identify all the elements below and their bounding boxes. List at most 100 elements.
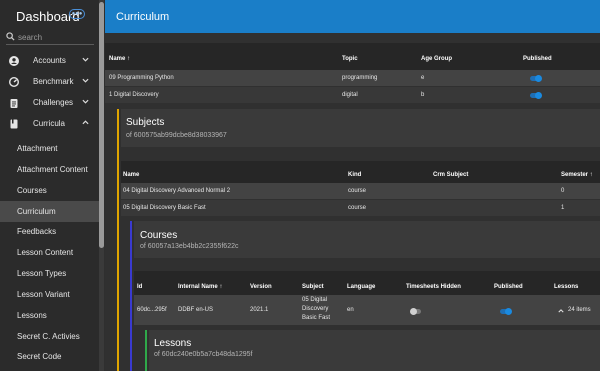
- cell-name: 05 Digital Discovery Basic Fast: [123, 205, 206, 211]
- chevron-down-icon: [82, 78, 89, 83]
- col-kind[interactable]: Kind: [348, 172, 361, 178]
- nav-challenges-label: Challenges: [33, 98, 74, 107]
- subjects-title: Subjects: [126, 117, 165, 128]
- col-lessons[interactable]: Lessons: [554, 284, 578, 290]
- sidebar-item-label: Secret C. Activies: [17, 332, 80, 341]
- sidebar-item-label: Attachment Content: [17, 165, 88, 174]
- title-badge[interactable]: ●●●: [69, 9, 85, 19]
- nav-accounts[interactable]: Accounts: [0, 51, 99, 72]
- courses-table-header: Id Internal Name ↑ Version Subject Langu…: [134, 271, 600, 295]
- sidebar-item-lesson-types[interactable]: Lesson Types: [0, 263, 99, 284]
- courses-title: Courses: [140, 230, 178, 241]
- subjects-nest-bar: [117, 109, 119, 371]
- cell-subject-line-1: 05 Digital: [302, 297, 328, 303]
- sidebar-item-label: Feedbacks: [17, 227, 57, 236]
- table-row[interactable]: 05 Digital Discovery Basic Fast course 1: [121, 200, 600, 216]
- sidebar-scrollbar-thumb[interactable]: [99, 2, 104, 248]
- sidebar-item-label: Curriculum: [17, 207, 56, 216]
- col-crm-subject[interactable]: Crm Subject: [433, 172, 468, 178]
- account-circle-icon: [9, 56, 19, 66]
- cell-version: 2021.1: [250, 307, 269, 313]
- cell-name: 04 Digital Discovery Advanced Normal 2: [123, 188, 231, 194]
- clipboard-icon: [10, 99, 18, 108]
- table-row[interactable]: 09 Programming Python programming e: [105, 70, 600, 86]
- nav-curricula[interactable]: Curricula: [0, 114, 99, 135]
- chevron-up-icon: [82, 120, 89, 125]
- cell-id: 60dc...295f: [137, 307, 167, 313]
- cell-subject-line-3: Basic Fast: [302, 315, 331, 321]
- courses-nest-bar: [130, 221, 132, 371]
- sidebar-item-label: Lesson Content: [17, 248, 74, 257]
- col-age-group[interactable]: Age Group: [421, 56, 452, 62]
- sidebar-item-attachment[interactable]: Attachment: [0, 138, 99, 159]
- col-timesheets-hidden[interactable]: Timesheets Hidden: [406, 284, 461, 290]
- subjects-subtitle: of 600575ab99dcbe8d38033967: [126, 132, 227, 139]
- chevron-down-icon: [82, 99, 89, 104]
- sidebar-item-label: Lesson Types: [17, 269, 67, 278]
- col-published[interactable]: Published: [494, 284, 523, 290]
- cell-kind: course: [348, 205, 367, 211]
- subjects-section-header: Subjects of 600575ab99dcbe8d38033967: [121, 109, 600, 147]
- cell-language: en: [347, 307, 354, 313]
- sidebar-item-lesson-variant[interactable]: Lesson Variant: [0, 284, 99, 305]
- col-name[interactable]: Name ↑: [109, 56, 130, 62]
- sidebar-item-label: Secret Code: [17, 352, 62, 361]
- sidebar-item-feedbacks[interactable]: Feedbacks: [0, 221, 99, 242]
- cell-semester: 0: [561, 188, 565, 194]
- table-row[interactable]: 60dc...295f DDBF en-US 2021.1 05 Digital…: [134, 295, 600, 325]
- lessons-section-header: Lessons of 60dc240e0b5a7cb48da1295f: [149, 330, 600, 371]
- chevron-down-icon: [82, 57, 89, 62]
- sidebar-item-label: Attachment: [17, 144, 58, 153]
- nav-benchmark[interactable]: Benchmark: [0, 72, 99, 93]
- cell-lessons-count[interactable]: 24 items: [568, 307, 591, 313]
- sidebar-item-label: Lessons: [17, 311, 47, 320]
- sidebar-item-courses[interactable]: Courses: [0, 180, 99, 201]
- sidebar-item-curriculum[interactable]: Curriculum: [0, 201, 99, 222]
- main-content: Name ↑ Topic Age Group Published 09 Prog…: [105, 33, 600, 371]
- cell-name: 09 Programming Python: [109, 75, 174, 81]
- cell-topic: programming: [342, 75, 378, 81]
- nav-benchmark-label: Benchmark: [33, 77, 74, 86]
- cell-name: 1 Digital Discovery: [109, 92, 159, 98]
- sidebar-item-lesson-content[interactable]: Lesson Content: [0, 242, 99, 263]
- lessons-title: Lessons: [154, 338, 192, 349]
- cell-semester: 1: [561, 205, 565, 211]
- nav-accounts-label: Accounts: [33, 56, 66, 65]
- table-row[interactable]: 1 Digital Discovery digital b: [105, 87, 600, 103]
- col-version[interactable]: Version: [250, 284, 272, 290]
- search-input[interactable]: [18, 31, 92, 43]
- sidebar-item-secret-c-activies[interactable]: Secret C. Activies: [0, 326, 99, 347]
- cell-topic: digital: [342, 92, 358, 98]
- published-toggle[interactable]: [500, 308, 512, 315]
- chevron-up-icon[interactable]: [558, 309, 564, 313]
- page-title: Curriculum: [116, 11, 170, 23]
- speedometer-icon: [9, 77, 19, 87]
- cell-age-group: e: [421, 75, 425, 81]
- cell-internal-name: DDBF en-US: [178, 307, 214, 313]
- nav-curricula-label: Curricula: [33, 119, 66, 128]
- timesheets-hidden-toggle[interactable]: [410, 308, 421, 315]
- published-toggle[interactable]: [530, 92, 542, 99]
- sidebar-item-label: Courses: [17, 186, 47, 195]
- sidebar-item-label: Lesson Variant: [17, 290, 70, 299]
- nav-challenges[interactable]: Challenges: [0, 93, 99, 114]
- sidebar-item-secret-code[interactable]: Secret Code: [0, 346, 99, 367]
- courses-section-header: Courses of 60057a13eb4bb2c2355f622c: [134, 221, 600, 258]
- col-id[interactable]: Id: [137, 284, 142, 290]
- search-icon: [6, 32, 15, 41]
- cell-kind: course: [348, 188, 367, 194]
- col-internal-name[interactable]: Internal Name ↑: [178, 284, 222, 290]
- col-language[interactable]: Language: [347, 284, 375, 290]
- published-toggle[interactable]: [530, 75, 542, 82]
- col-topic[interactable]: Topic: [342, 56, 358, 62]
- col-subject[interactable]: Subject: [302, 284, 324, 290]
- col-published[interactable]: Published: [523, 56, 552, 62]
- sidebar-item-lessons[interactable]: Lessons: [0, 305, 99, 326]
- subjects-table-header: Name Kind Crm Subject Semester ↑: [121, 161, 600, 183]
- col-name[interactable]: Name: [123, 172, 139, 178]
- sidebar-item-attachment-content[interactable]: Attachment Content: [0, 159, 99, 180]
- cell-subject-line-2: Discovery: [302, 306, 329, 312]
- table-row[interactable]: 04 Digital Discovery Advanced Normal 2 c…: [121, 183, 600, 199]
- page-header: Curriculum: [105, 0, 600, 33]
- col-semester[interactable]: Semester ↑: [561, 172, 593, 178]
